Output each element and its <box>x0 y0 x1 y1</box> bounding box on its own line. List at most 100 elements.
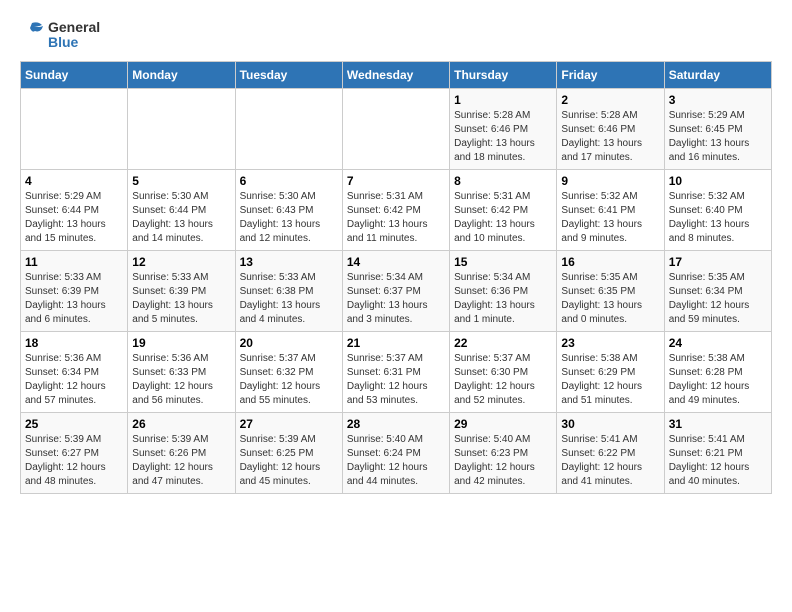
calendar-cell: 2Sunrise: 5:28 AMSunset: 6:46 PMDaylight… <box>557 88 664 169</box>
calendar-cell: 11 Sunrise: 5:33 AMSunset: 6:39 PMDayligh… <box>21 250 128 331</box>
day-number: 23 <box>561 336 659 350</box>
calendar-cell: 27 Sunrise: 5:39 AMSunset: 6:25 PMDayligh… <box>235 412 342 493</box>
day-number: 25 <box>25 417 123 431</box>
calendar-cell: 30 Sunrise: 5:41 AMSunset: 6:22 PMDayligh… <box>557 412 664 493</box>
header-friday: Friday <box>557 61 664 88</box>
day-info: Sunrise: 5:37 AMSunset: 6:30 PMDaylight:… <box>454 352 552 408</box>
day-number: 24 <box>669 336 767 350</box>
day-info: Sunrise: 5:36 AMSunset: 6:34 PMDaylight:… <box>25 352 123 408</box>
calendar-cell: 23 Sunrise: 5:38 AMSunset: 6:29 PMDayligh… <box>557 331 664 412</box>
calendar-table: SundayMondayTuesdayWednesdayThursdayFrid… <box>20 61 772 494</box>
day-info: Sunrise: 5:29 AMSunset: 6:44 PMDaylight:… <box>25 190 123 246</box>
calendar-cell: 31 Sunrise: 5:41 AMSunset: 6:21 PMDayligh… <box>664 412 771 493</box>
calendar-week-3: 11 Sunrise: 5:33 AMSunset: 6:39 PMDayligh… <box>21 250 772 331</box>
calendar-cell: 1 Sunrise: 5:28 AMSunset: 6:46 PMDaylight… <box>450 88 557 169</box>
day-info: Sunrise: 5:31 AMSunset: 6:42 PMDaylight:… <box>454 190 552 246</box>
logo: General Blue <box>20 20 100 51</box>
day-info: Sunrise: 5:41 AMSunset: 6:22 PMDaylight:… <box>561 433 659 489</box>
day-info: Sunrise: 5:33 AMSunset: 6:38 PMDaylight:… <box>240 271 338 327</box>
day-number: 15 <box>454 255 552 269</box>
day-number: 26 <box>132 417 230 431</box>
header-sunday: Sunday <box>21 61 128 88</box>
day-number: 22 <box>454 336 552 350</box>
day-info: Sunrise: 5:39 AMSunset: 6:25 PMDaylight:… <box>240 433 338 489</box>
calendar-cell: 12 Sunrise: 5:33 AMSunset: 6:39 PMDayligh… <box>128 250 235 331</box>
day-info: Sunrise: 5:33 AMSunset: 6:39 PMDaylight:… <box>25 271 123 327</box>
day-number: 9 <box>561 174 659 188</box>
day-info: Sunrise: 5:36 AMSunset: 6:33 PMDaylight:… <box>132 352 230 408</box>
calendar-cell: 22 Sunrise: 5:37 AMSunset: 6:30 PMDayligh… <box>450 331 557 412</box>
calendar-week-4: 18 Sunrise: 5:36 AMSunset: 6:34 PMDayligh… <box>21 331 772 412</box>
calendar-cell: 5Sunrise: 5:30 AMSunset: 6:44 PMDaylight… <box>128 169 235 250</box>
day-info: Sunrise: 5:40 AMSunset: 6:24 PMDaylight:… <box>347 433 445 489</box>
day-number: 18 <box>25 336 123 350</box>
calendar-cell: 20Sunrise: 5:37 AMSunset: 6:32 PMDayligh… <box>235 331 342 412</box>
logo-container: General Blue <box>20 20 100 51</box>
calendar-cell: 26 Sunrise: 5:39 AMSunset: 6:26 PMDayligh… <box>128 412 235 493</box>
calendar-cell: 28Sunrise: 5:40 AMSunset: 6:24 PMDayligh… <box>342 412 449 493</box>
day-number: 11 <box>25 255 123 269</box>
logo-line1: General <box>48 20 100 35</box>
day-info: Sunrise: 5:39 AMSunset: 6:26 PMDaylight:… <box>132 433 230 489</box>
day-number: 7 <box>347 174 445 188</box>
calendar-cell: 21 Sunrise: 5:37 AMSunset: 6:31 PMDayligh… <box>342 331 449 412</box>
day-info: Sunrise: 5:28 AMSunset: 6:46 PMDaylight:… <box>561 109 659 165</box>
day-info: Sunrise: 5:30 AMSunset: 6:43 PMDaylight:… <box>240 190 338 246</box>
day-info: Sunrise: 5:38 AMSunset: 6:29 PMDaylight:… <box>561 352 659 408</box>
day-number: 12 <box>132 255 230 269</box>
day-number: 8 <box>454 174 552 188</box>
day-number: 3 <box>669 93 767 107</box>
calendar-cell: 9 Sunrise: 5:32 AMSunset: 6:41 PMDaylight… <box>557 169 664 250</box>
calendar-cell: 17 Sunrise: 5:35 AMSunset: 6:34 PMDayligh… <box>664 250 771 331</box>
day-info: Sunrise: 5:31 AMSunset: 6:42 PMDaylight:… <box>347 190 445 246</box>
day-number: 1 <box>454 93 552 107</box>
calendar-week-1: 1 Sunrise: 5:28 AMSunset: 6:46 PMDaylight… <box>21 88 772 169</box>
calendar-cell: 10 Sunrise: 5:32 AMSunset: 6:40 PMDayligh… <box>664 169 771 250</box>
calendar-body: 1 Sunrise: 5:28 AMSunset: 6:46 PMDaylight… <box>21 88 772 493</box>
header-thursday: Thursday <box>450 61 557 88</box>
calendar-cell: 25 Sunrise: 5:39 AMSunset: 6:27 PMDayligh… <box>21 412 128 493</box>
logo-line2: Blue <box>48 35 100 50</box>
day-info: Sunrise: 5:32 AMSunset: 6:41 PMDaylight:… <box>561 190 659 246</box>
calendar-cell: 19 Sunrise: 5:36 AMSunset: 6:33 PMDayligh… <box>128 331 235 412</box>
day-info: Sunrise: 5:38 AMSunset: 6:28 PMDaylight:… <box>669 352 767 408</box>
calendar-header: SundayMondayTuesdayWednesdayThursdayFrid… <box>21 61 772 88</box>
day-number: 6 <box>240 174 338 188</box>
calendar-cell: 15 Sunrise: 5:34 AMSunset: 6:36 PMDayligh… <box>450 250 557 331</box>
day-info: Sunrise: 5:33 AMSunset: 6:39 PMDaylight:… <box>132 271 230 327</box>
calendar-cell <box>128 88 235 169</box>
calendar-cell: 3 Sunrise: 5:29 AMSunset: 6:45 PMDaylight… <box>664 88 771 169</box>
calendar-cell: 14 Sunrise: 5:34 AMSunset: 6:37 PMDayligh… <box>342 250 449 331</box>
day-info: Sunrise: 5:37 AMSunset: 6:31 PMDaylight:… <box>347 352 445 408</box>
day-number: 10 <box>669 174 767 188</box>
header-monday: Monday <box>128 61 235 88</box>
day-number: 31 <box>669 417 767 431</box>
header-saturday: Saturday <box>664 61 771 88</box>
day-number: 14 <box>347 255 445 269</box>
day-number: 16 <box>561 255 659 269</box>
day-info: Sunrise: 5:34 AMSunset: 6:36 PMDaylight:… <box>454 271 552 327</box>
calendar-cell: 7 Sunrise: 5:31 AMSunset: 6:42 PMDaylight… <box>342 169 449 250</box>
day-info: Sunrise: 5:32 AMSunset: 6:40 PMDaylight:… <box>669 190 767 246</box>
calendar-cell: 18 Sunrise: 5:36 AMSunset: 6:34 PMDayligh… <box>21 331 128 412</box>
logo-bird-icon <box>20 21 44 49</box>
day-number: 19 <box>132 336 230 350</box>
day-info: Sunrise: 5:39 AMSunset: 6:27 PMDaylight:… <box>25 433 123 489</box>
day-number: 30 <box>561 417 659 431</box>
day-info: Sunrise: 5:35 AMSunset: 6:34 PMDaylight:… <box>669 271 767 327</box>
day-number: 27 <box>240 417 338 431</box>
day-number: 17 <box>669 255 767 269</box>
day-number: 5 <box>132 174 230 188</box>
day-info: Sunrise: 5:34 AMSunset: 6:37 PMDaylight:… <box>347 271 445 327</box>
day-info: Sunrise: 5:28 AMSunset: 6:46 PMDaylight:… <box>454 109 552 165</box>
day-number: 21 <box>347 336 445 350</box>
calendar-cell: 8 Sunrise: 5:31 AMSunset: 6:42 PMDaylight… <box>450 169 557 250</box>
day-number: 4 <box>25 174 123 188</box>
day-info: Sunrise: 5:41 AMSunset: 6:21 PMDaylight:… <box>669 433 767 489</box>
calendar-cell: 29Sunrise: 5:40 AMSunset: 6:23 PMDayligh… <box>450 412 557 493</box>
page-header: General Blue <box>20 20 772 51</box>
day-info: Sunrise: 5:40 AMSunset: 6:23 PMDaylight:… <box>454 433 552 489</box>
day-info: Sunrise: 5:29 AMSunset: 6:45 PMDaylight:… <box>669 109 767 165</box>
calendar-cell: 16Sunrise: 5:35 AMSunset: 6:35 PMDayligh… <box>557 250 664 331</box>
calendar-cell: 24 Sunrise: 5:38 AMSunset: 6:28 PMDayligh… <box>664 331 771 412</box>
